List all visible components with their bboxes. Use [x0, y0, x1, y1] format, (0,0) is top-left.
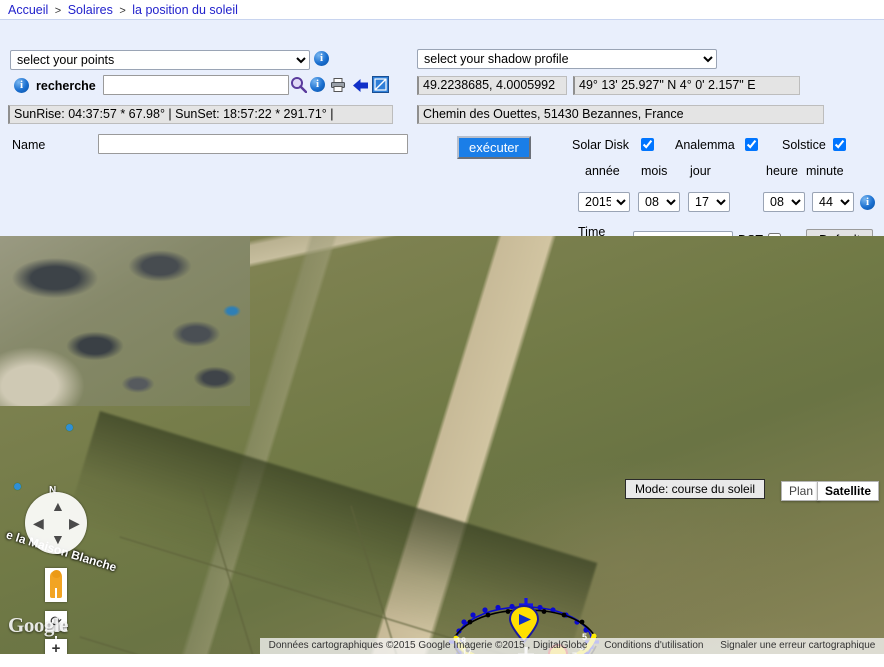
search-magnifier-icon[interactable]: [290, 76, 308, 96]
map-pan-control[interactable]: ▲ ▼ ◀ ▶: [25, 492, 87, 554]
address-readout: Chemin des Ouettes, 51430 Bezannes, Fran…: [417, 105, 824, 124]
execute-button[interactable]: exécuter: [457, 136, 531, 159]
search-label: recherche: [36, 79, 96, 93]
shadow-profile-select[interactable]: select your shadow profile: [417, 49, 717, 69]
name-input[interactable]: [98, 134, 408, 154]
attribution-report-link[interactable]: Signaler une erreur cartographique: [720, 640, 875, 651]
points-select[interactable]: select your points: [10, 50, 310, 70]
month-select[interactable]: 08: [638, 192, 680, 212]
pan-left-icon[interactable]: ◀: [33, 516, 44, 530]
map-attribution: Données cartographiques ©2015 Google Ima…: [260, 638, 884, 654]
name-label: Name: [12, 138, 46, 152]
maptype-plan-button[interactable]: Plan: [781, 481, 821, 501]
breadcrumb-separator: >: [119, 5, 126, 17]
back-arrow-icon[interactable]: [352, 78, 369, 96]
info-icon-toolbar[interactable]: i: [310, 77, 325, 92]
breadcrumb-separator: >: [54, 5, 62, 17]
pan-up-icon[interactable]: ▲: [51, 499, 65, 513]
pegman-street-view-icon[interactable]: [45, 568, 67, 602]
year-select[interactable]: 2015: [578, 192, 630, 212]
control-panel: select your points i i recherche i SunRi…: [0, 19, 884, 254]
print-icon[interactable]: [330, 77, 346, 96]
google-watermark: Google: [8, 613, 69, 637]
analemma-label: Analemma: [675, 138, 735, 152]
breadcrumb-item-solaires[interactable]: Solaires: [68, 3, 113, 17]
solstice-checkbox[interactable]: [833, 138, 846, 151]
zoom-in-button[interactable]: +: [45, 639, 67, 654]
coords-decimal-readout: 49.2238685, 4.0005992: [417, 76, 567, 95]
solar-disk-label: Solar Disk: [572, 138, 629, 152]
pan-down-icon[interactable]: ▼: [51, 532, 65, 546]
year-label: année: [585, 164, 620, 178]
maptype-satellite-button[interactable]: Satellite: [817, 481, 880, 501]
pegman-legs: [55, 588, 57, 598]
solar-disk-checkbox[interactable]: [641, 138, 654, 151]
breadcrumb-item-accueil[interactable]: Accueil: [8, 3, 48, 17]
day-label: jour: [690, 164, 711, 178]
solstice-label: Solstice: [782, 138, 826, 152]
sun-times-readout: SunRise: 04:37:57 * 67.98° | SunSet: 18:…: [8, 105, 393, 124]
pegman-head: [51, 570, 61, 578]
map-canvas[interactable]: e la Maison Blanche N ▲ ▼ ◀ ▶ ⟳ + − −: [0, 236, 884, 654]
pan-right-icon[interactable]: ▶: [69, 516, 80, 530]
search-input[interactable]: [103, 75, 289, 95]
month-label: mois: [641, 164, 668, 178]
map-residential-area: [0, 236, 250, 406]
breadcrumb: Accueil > Solaires > la position du sole…: [0, 0, 884, 19]
analemma-checkbox[interactable]: [745, 138, 758, 151]
attribution-terms-link[interactable]: Conditions d'utilisation: [604, 640, 703, 651]
map-poi-dot[interactable]: [66, 424, 73, 431]
attribution-data-text: Données cartographiques ©2015 Google Ima…: [268, 640, 588, 651]
mode-button[interactable]: Mode: course du soleil: [625, 479, 766, 499]
info-icon-datetime[interactable]: i: [860, 195, 875, 210]
info-icon-points[interactable]: i: [314, 51, 329, 66]
breadcrumb-item-position-du-soleil[interactable]: la position du soleil: [132, 3, 238, 17]
location-marker-pin[interactable]: [508, 604, 540, 644]
coords-dms-readout: 49° 13' 25.927" N 4° 0' 2.157" E: [573, 76, 800, 95]
day-select[interactable]: 17: [688, 192, 730, 212]
hour-label: heure: [766, 164, 798, 178]
expand-icon[interactable]: [372, 76, 389, 96]
minute-label: minute: [806, 164, 844, 178]
hour-select[interactable]: 08: [763, 192, 805, 212]
minute-select[interactable]: 44: [812, 192, 854, 212]
info-icon-search[interactable]: i: [14, 78, 29, 93]
map-poi-dot[interactable]: [14, 483, 21, 490]
